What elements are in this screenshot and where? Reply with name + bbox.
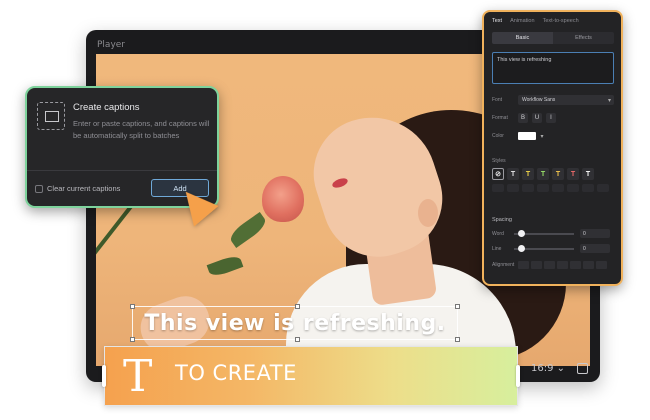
- color-swatch[interactable]: [518, 132, 536, 140]
- format-label: Format: [492, 115, 508, 121]
- text-settings-panel: Text Animation Text-to-speech Basic Effe…: [482, 10, 623, 286]
- style-preset[interactable]: [537, 184, 549, 192]
- word-spacing-input[interactable]: 0: [580, 229, 610, 238]
- italic-button[interactable]: I: [546, 113, 556, 123]
- caption-text: This view is refreshing.: [144, 310, 446, 336]
- fullscreen-icon[interactable]: [577, 363, 588, 374]
- word-spacing-row: Word 0: [492, 229, 614, 238]
- align-center-icon[interactable]: [531, 261, 542, 269]
- font-label: Font: [492, 97, 503, 103]
- resize-handle[interactable]: [130, 337, 135, 342]
- style-preset-row-2: [492, 184, 614, 192]
- line-label: Line: [492, 245, 502, 252]
- style-preset-grid: ⊘ T T T T T T: [492, 168, 614, 180]
- style-preset[interactable]: T: [567, 168, 579, 180]
- rose-flower: [262, 176, 304, 222]
- bold-button[interactable]: B: [518, 113, 528, 123]
- caption-text-input[interactable]: This view is refreshing: [492, 52, 614, 84]
- style-preset[interactable]: T: [522, 168, 534, 180]
- align-justify-icon[interactable]: [596, 261, 607, 269]
- style-preset[interactable]: [522, 184, 534, 192]
- resize-handle[interactable]: [295, 304, 300, 309]
- alignment-buttons: [518, 261, 607, 269]
- resize-handle[interactable]: [295, 337, 300, 342]
- style-preset[interactable]: T: [507, 168, 519, 180]
- no-style-icon[interactable]: ⊘: [492, 168, 504, 180]
- popup-description: Enter or paste captions, and captions wi…: [73, 119, 210, 140]
- line-spacing-row: Line 0: [492, 244, 614, 253]
- resize-handle[interactable]: [455, 337, 460, 342]
- styles-label: Styles: [492, 158, 506, 164]
- captions-icon: [37, 102, 65, 130]
- resize-handle[interactable]: [130, 304, 135, 309]
- word-label: Word: [492, 230, 504, 237]
- style-preset[interactable]: [567, 184, 579, 192]
- slider-knob[interactable]: [518, 244, 525, 252]
- align-bottom-icon[interactable]: [583, 261, 594, 269]
- trim-handle-left[interactable]: [102, 365, 106, 387]
- text-clip-banner[interactable]: T TO CREATE: [102, 346, 520, 406]
- style-preset[interactable]: [507, 184, 519, 192]
- style-preset[interactable]: T: [537, 168, 549, 180]
- align-top-icon[interactable]: [557, 261, 568, 269]
- color-row: Color ▾: [492, 130, 614, 142]
- stage: Player This view is refreshing. 16:9 ⌄ C…: [0, 0, 650, 420]
- line-spacing-input[interactable]: 0: [580, 244, 610, 253]
- font-row: Font Workflow Sans: [492, 94, 614, 106]
- alignment-label: Alignment: [492, 262, 515, 268]
- rose-leaf: [227, 211, 269, 249]
- chevron-down-icon[interactable]: ▾: [539, 131, 545, 141]
- resize-handle[interactable]: [455, 304, 460, 309]
- styles-section: Styles ⊘ T T T T T T: [492, 158, 614, 192]
- style-preset[interactable]: [552, 184, 564, 192]
- format-row: Format B U I: [492, 112, 614, 124]
- alignment-row: Alignment: [492, 261, 614, 269]
- style-preset[interactable]: [492, 184, 504, 192]
- segment-effects[interactable]: Effects: [553, 32, 614, 44]
- tab-text[interactable]: Text: [492, 18, 502, 24]
- align-middle-icon[interactable]: [570, 261, 581, 269]
- basic-effects-toggle: Basic Effects: [492, 32, 614, 44]
- player-controls: 16:9 ⌄: [531, 363, 588, 374]
- align-right-icon[interactable]: [544, 261, 555, 269]
- style-preset[interactable]: T: [582, 168, 594, 180]
- rose-leaf: [206, 253, 244, 279]
- line-spacing-slider[interactable]: [514, 244, 574, 252]
- trim-handle-right[interactable]: [516, 365, 520, 387]
- font-select[interactable]: Workflow Sans: [518, 95, 614, 105]
- style-preset[interactable]: [597, 184, 609, 192]
- align-left-icon[interactable]: [518, 261, 529, 269]
- banner-text: TO CREATE: [175, 361, 297, 385]
- popup-title: Create captions: [73, 102, 140, 113]
- caption-text-box[interactable]: This view is refreshing.: [130, 304, 460, 342]
- tab-text-to-speech[interactable]: Text-to-speech: [543, 18, 579, 24]
- panel-tabs: Text Animation Text-to-speech: [492, 18, 579, 24]
- clear-captions-label[interactable]: Clear current captions: [47, 184, 120, 193]
- player-title: Player: [97, 40, 126, 50]
- underline-button[interactable]: U: [532, 113, 542, 123]
- aspect-ratio-select[interactable]: 16:9 ⌄: [531, 363, 565, 374]
- text-t-icon: T: [123, 351, 153, 402]
- spacing-label: Spacing: [492, 217, 512, 223]
- style-preset[interactable]: [582, 184, 594, 192]
- slider-knob[interactable]: [518, 229, 525, 237]
- word-spacing-slider[interactable]: [514, 229, 574, 237]
- segment-basic[interactable]: Basic: [492, 32, 553, 44]
- tab-animation[interactable]: Animation: [510, 18, 534, 24]
- spacing-section: Spacing Word 0 Line 0 Alignment: [492, 217, 614, 269]
- divider: [27, 170, 217, 171]
- color-label: Color: [492, 133, 504, 139]
- style-preset[interactable]: T: [552, 168, 564, 180]
- clear-captions-checkbox[interactable]: [35, 185, 43, 193]
- ear-shape: [418, 199, 438, 227]
